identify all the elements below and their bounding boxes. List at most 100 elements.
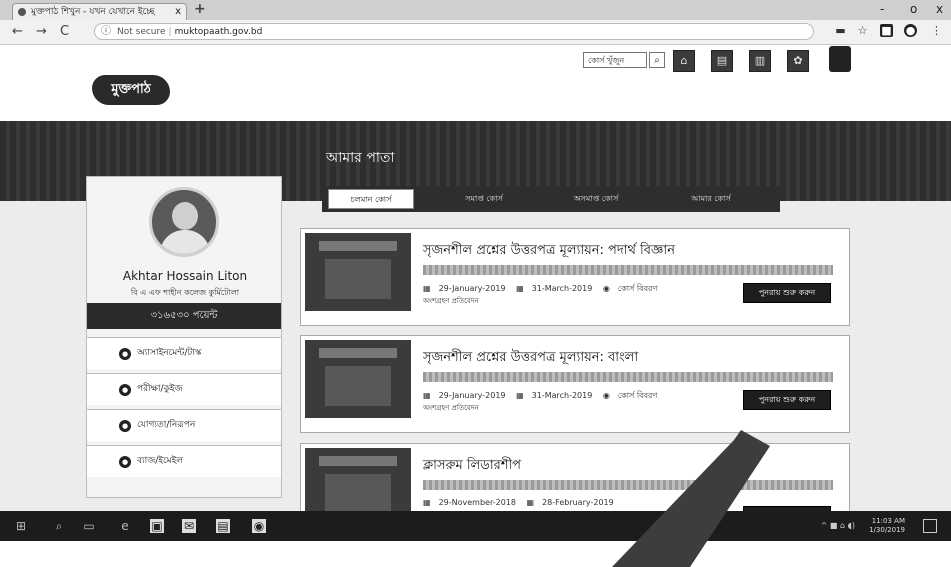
course-end-date: 28-February-2019 — [542, 498, 614, 507]
settings-icon[interactable]: ✿ — [787, 50, 809, 72]
profile-photo — [149, 187, 219, 257]
participation-report-link[interactable]: অংশগ্রহণ প্রতিবেদন — [423, 295, 479, 307]
tab-completed-courses[interactable]: সমাপ্ত কোর্স — [432, 189, 536, 209]
book-icon[interactable]: ▤ — [711, 50, 733, 72]
profile-menu-assessment[interactable]: ● যোগ্যতা/নিরূপন — [87, 409, 281, 441]
points-badge: ৩১৬৫৩০ পয়েন্ট — [87, 303, 281, 329]
course-start-date: 29-November-2018 — [438, 498, 516, 507]
task-view-icon[interactable]: ▭ — [82, 519, 96, 533]
not-secure-label: Not secure — [117, 27, 166, 37]
bullet-icon: ● — [119, 384, 131, 396]
store-icon[interactable]: ▣ — [150, 519, 164, 533]
bookmark-star-icon[interactable]: ☆ — [856, 24, 869, 37]
calendar-icon: ▦ — [423, 284, 431, 293]
course-card[interactable]: সৃজনশীল প্রশ্নের উত্তরপত্র মূল্যায়ন: বা… — [300, 335, 850, 433]
thumbnail-graphic — [319, 456, 397, 466]
course-tabs: চলমান কোর্স সমাপ্ত কোর্স অসমাপ্ত কোর্স আ… — [322, 186, 780, 212]
tab-title: মুক্তপাঠ শিখুন - যখন যেখানে ইচ্ছে — [31, 7, 155, 17]
profile-photo-head — [172, 202, 198, 230]
extension-square-icon[interactable]: ■ — [880, 24, 893, 37]
course-title[interactable]: ক্লাসরুম লিডারশীপ — [423, 456, 521, 477]
mail-icon[interactable]: ✉ — [182, 519, 196, 533]
notification-icon[interactable] — [923, 519, 937, 533]
info-icon: ◉ — [602, 391, 610, 400]
resume-course-button[interactable]: পুনরায় শুরু করুন — [743, 283, 831, 303]
course-thumbnail[interactable] — [305, 340, 411, 418]
thumbnail-graphic — [319, 241, 397, 251]
course-progress-bar — [423, 372, 833, 382]
browser-toolbar: ← → C ⓘ Not secure | muktopaath.gov.bd ▬ ☆… — [0, 20, 951, 45]
resume-course-button[interactable]: পুনরায় শুরু করুন — [743, 390, 831, 410]
profile-menu-quiz[interactable]: ● পরীক্ষা/কুইজ — [87, 373, 281, 405]
course-title[interactable]: সৃজনশীল প্রশ্নের উত্তরপত্র মূল্যায়ন: পদ… — [423, 241, 675, 262]
edge-browser-icon[interactable]: e — [118, 519, 132, 533]
calendar-icon: ▦ — [516, 284, 524, 293]
thumbnail-graphic — [325, 259, 391, 299]
calendar-icon: ▦ — [526, 498, 535, 507]
course-end-date: 31-March-2019 — [531, 284, 593, 293]
forward-button[interactable]: → — [36, 24, 47, 39]
course-start-date: 29-January-2019 — [438, 391, 506, 400]
extension-icon[interactable]: ▬ — [834, 24, 847, 37]
profile-menu-label: পরীক্ষা/কুইজ — [137, 384, 183, 394]
profile-menu-label: যোগ্যতা/নিরূপন — [137, 420, 196, 430]
search-icon[interactable]: ⌕ — [649, 52, 665, 68]
taskbar-clock[interactable]: 11:03 AM 1/30/2019 — [869, 517, 905, 535]
chrome-icon[interactable]: ◉ — [252, 519, 266, 533]
bullet-icon: ● — [119, 456, 131, 468]
thumbnail-graphic — [325, 366, 391, 406]
url-text: muktopaath.gov.bd — [174, 27, 263, 37]
info-icon: ◉ — [602, 284, 610, 293]
profile-menu-assignment[interactable]: ● অ্যাসাইনমেন্ট/টাস্ক — [87, 337, 281, 369]
info-icon[interactable]: ⓘ — [101, 24, 111, 40]
tab-my-courses[interactable]: আমার কোর্স — [656, 189, 766, 209]
profile-menu-label: অ্যাসাইনমেন্ট/টাস্ক — [137, 348, 202, 358]
course-thumbnail[interactable] — [305, 233, 411, 311]
tab-close-icon[interactable]: x — [175, 4, 181, 20]
course-end-date: 31-March-2019 — [531, 391, 593, 400]
site-logo[interactable]: মুক্তপাঠ — [92, 75, 170, 105]
page-title: আমার পাতা — [326, 150, 395, 166]
course-details-link[interactable]: কোর্স বিবরণ — [618, 284, 657, 293]
tab-running-courses[interactable]: চলমান কোর্স — [328, 189, 414, 209]
profile-card: Akhtar Hossain Liton বি এ এফ শাহীন কলেজ … — [86, 176, 282, 498]
minimize-button[interactable]: - — [880, 2, 884, 16]
course-start-date: 29-January-2019 — [438, 284, 506, 293]
course-search-input[interactable]: কোর্স খুঁজুন — [583, 52, 647, 68]
page-bottom-margin — [0, 541, 951, 567]
system-tray-icons[interactable]: ^ ■ ⌂ ◖) — [821, 521, 855, 530]
tab-incomplete-courses[interactable]: অসমাপ্ত কোর্স — [544, 189, 648, 209]
menu-kebab-icon[interactable]: ⋮ — [930, 24, 943, 37]
profile-institution: বি এ এফ শাহীন কলেজ কুর্মিটোলা — [130, 288, 240, 297]
address-bar[interactable]: ⓘ Not secure | muktopaath.gov.bd — [94, 23, 814, 40]
browser-tab[interactable]: মুক্তপাঠ শিখুন - যখন যেখানে ইচ্ছে x — [12, 3, 187, 20]
course-details-link[interactable]: কোর্স বিবরণ — [618, 391, 657, 400]
course-card[interactable]: সৃজনশীল প্রশ্নের উত্তরপত্র মূল্যায়ন: পদ… — [300, 228, 850, 326]
windows-start-icon[interactable]: ⊞ — [14, 519, 28, 533]
course-progress-bar — [423, 480, 833, 490]
maximize-button[interactable]: o — [910, 2, 917, 16]
app-icon[interactable]: ▤ — [216, 519, 230, 533]
profile-icon[interactable]: ● — [904, 24, 917, 37]
course-meta: ▦ 29-November-2018 ▦ 28-February-2019 — [423, 498, 622, 507]
url-separator: | — [168, 27, 172, 37]
user-avatar[interactable] — [829, 46, 851, 72]
new-tab-button[interactable]: + — [194, 1, 206, 17]
course-title[interactable]: সৃজনশীল প্রশ্নের উত্তরপত্র মূল্যায়ন: বা… — [423, 348, 638, 369]
note-icon[interactable]: ▥ — [749, 50, 771, 72]
windows-taskbar: ⊞ ⌕ ▭ e ▣ ✉ ▤ ◉ ^ ■ ⌂ ◖) 11:03 AM 1/30/2… — [0, 511, 951, 541]
site-favicon-icon — [18, 8, 26, 16]
profile-menu-label: ব্যাজ/ইমেইল — [137, 456, 183, 466]
home-icon[interactable]: ⌂ — [673, 50, 695, 72]
profile-name: Akhtar Hossain Liton — [122, 269, 248, 283]
back-button[interactable]: ← — [12, 24, 23, 39]
reload-button[interactable]: C — [60, 24, 69, 39]
participation-report-link[interactable]: অংশগ্রহণ প্রতিবেদন — [423, 402, 479, 414]
close-window-button[interactable]: x — [936, 2, 943, 16]
thumbnail-graphic — [319, 348, 397, 358]
search-icon[interactable]: ⌕ — [52, 519, 66, 533]
clock-time: 11:03 AM — [871, 517, 905, 525]
calendar-icon: ▦ — [423, 498, 431, 507]
calendar-icon: ▦ — [423, 391, 431, 400]
profile-menu-badge[interactable]: ● ব্যাজ/ইমেইল — [87, 445, 281, 477]
